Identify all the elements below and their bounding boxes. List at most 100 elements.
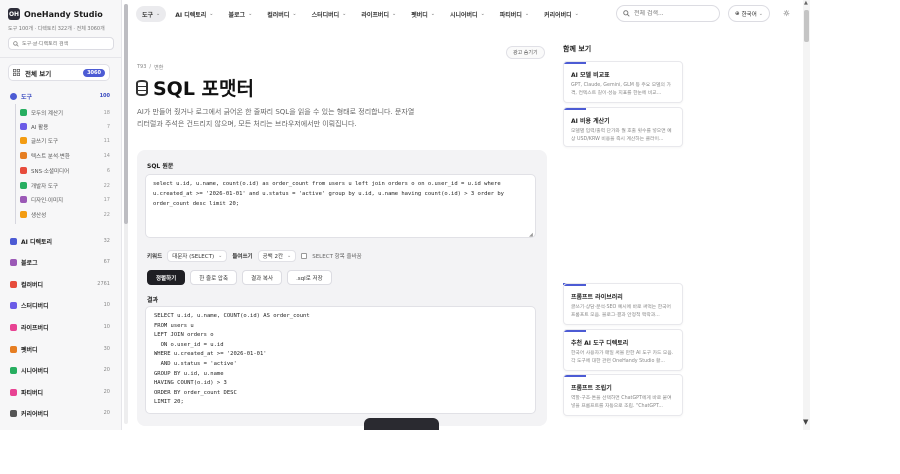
sidebar-subitem-sns[interactable]: SNS·소셜미디어 6 (20, 165, 110, 176)
sidebar-item-lifebuddy[interactable]: 라이프버디 10 (10, 321, 110, 333)
calculator-icon (20, 109, 27, 116)
sidebar-item-petbuddy[interactable]: 펫버디 30 (10, 343, 110, 355)
related-card[interactable]: 프롬프트 조립기 역할·구조·톤을 선택하면 ChatGPT에게 바로 붙여넣을… (563, 374, 683, 416)
scrollbar-thumb[interactable] (804, 10, 809, 42)
nav-blog[interactable]: 블로그 ⌄ (223, 6, 259, 22)
related-card[interactable]: AI 모델 비교표 GPT, Claude, Gemini, GLM 등 주요 … (563, 61, 683, 103)
nav-tools[interactable]: 도구 ⌄ (136, 6, 167, 22)
card-desc: 글쓰기·상담·분석·SEO 예시에 바로 써먹는 한국어 프롬프트 모음. 블로… (571, 305, 671, 318)
subitem-label: SNS·소셜미디어 (31, 168, 70, 175)
options-row: 키워드 대문자 (SELECT) ⌄ 들여쓰기 공백 2칸 ⌄ SELECT 항목 … (147, 250, 362, 262)
globe-icon: ⊕ (735, 10, 740, 17)
sidebar-subitem-design[interactable]: 디자인·이미지 17 (20, 194, 110, 205)
sidebar-scrollbar[interactable] (124, 4, 128, 424)
related-title: 함께 보기 (563, 45, 592, 53)
theme-toggle[interactable]: ☼ (778, 5, 795, 22)
sun-icon: ☼ (782, 9, 791, 18)
action-buttons: 정렬하기 한 줄로 압축 결과 복사 .sql로 저장 (147, 270, 332, 285)
grid-icon (13, 69, 20, 76)
sidebar-subitem-calculator[interactable]: 모두의 계산기 18 (20, 107, 110, 118)
breadcrumb-current[interactable]: 변환 (154, 64, 163, 71)
keyword-select[interactable]: 대문자 (SELECT) ⌄ (167, 250, 228, 262)
related-card[interactable]: 프롬프트 라이브러리 글쓰기·상담·분석·SEO 예시에 바로 써먹는 한국어 … (563, 283, 683, 325)
keyword-label: 키워드 (147, 254, 163, 260)
pencil-icon (20, 137, 27, 144)
title-row: SQL 포맷터 (136, 74, 254, 101)
chevron-down-icon: ⌄ (524, 11, 530, 17)
sidebar-subitem-text[interactable]: 텍스트 분석·변환 14 (20, 150, 110, 161)
sidebar-item-ai-directory[interactable]: AI 디렉토리 32 (10, 235, 110, 247)
sidebar-item-tools[interactable]: 도구 100 (10, 90, 110, 102)
subitem-count: 7 (106, 123, 110, 130)
global-search[interactable] (616, 5, 720, 22)
brand[interactable]: OH OneHandy Studio (8, 8, 103, 20)
nav-seniorbuddy[interactable]: 시니어버디 ⌄ (444, 6, 491, 22)
sidebar-item-seniorbuddy[interactable]: 시니어버디 20 (10, 364, 110, 376)
nav-partybuddy[interactable]: 파티버디 ⌄ (494, 6, 535, 22)
nav-careerbuddy[interactable]: 커리어버디 ⌄ (538, 6, 585, 22)
sidebar-subitem-ai[interactable]: AI 활용 7 (20, 121, 110, 132)
nav-label: 커리어버디 (544, 11, 572, 19)
chevron-down-icon: ⌄ (574, 11, 579, 17)
search-icon (623, 10, 630, 17)
select-newline-checkbox[interactable] (301, 253, 308, 259)
nav-colorbuddy[interactable]: 컬러버디 ⌄ (261, 6, 302, 22)
indent-select[interactable]: 공백 2칸 ⌄ (257, 250, 297, 262)
nav-label: 시니어버디 (449, 11, 478, 19)
sidebar-subitem-dev[interactable]: 개발자 도구 22 (20, 180, 110, 191)
all-view-button[interactable]: 전체 보기 3060 (8, 64, 110, 81)
related-card[interactable]: AI 비용 계산기 모델별 입력/출력 단가와 월 호출 횟수를 넣으면 예상 … (563, 107, 683, 147)
sidebar-subitem-writing[interactable]: 글쓰기 도구 11 (20, 135, 110, 146)
all-view-count: 3060 (83, 68, 105, 77)
sidebar-subitem-productivity[interactable]: 생산성 22 (20, 209, 110, 220)
copy-result-button[interactable]: 결과 복사 (242, 270, 283, 285)
briefcase-icon (10, 409, 17, 417)
scrollbar-thumb[interactable] (124, 4, 128, 224)
sidebar-item-partybuddy[interactable]: 파티버디 20 (10, 386, 110, 398)
nav-label: 컬러버디 (267, 11, 290, 19)
page-scrollbar[interactable]: ▲ ▼ (803, 0, 810, 430)
scroll-up-icon[interactable]: ▲ (804, 0, 808, 6)
format-button[interactable]: 정렬하기 (147, 270, 186, 285)
floating-toolbar[interactable] (364, 418, 439, 430)
code-icon (20, 182, 27, 189)
code-line: LEFT JOIN orders o (154, 332, 214, 339)
result-label: 결과 (147, 297, 159, 304)
result-output[interactable]: SELECT u.id, u.name, COUNT(o.id) AS orde… (145, 306, 536, 414)
sidebar-search-input[interactable] (22, 40, 112, 47)
nav-studybuddy[interactable]: 스터디버디 ⌄ (306, 6, 353, 22)
nav-ai-directory[interactable]: AI 디렉토리 ⌄ (169, 6, 219, 22)
minify-button[interactable]: 한 줄로 압축 (190, 270, 238, 285)
card-title: 프롬프트 라이브러리 (571, 294, 623, 301)
hide-ads-button[interactable]: 광고 숨기기 (506, 46, 545, 59)
related-card[interactable]: 추천 AI 도구 디렉토리 한국어 사용자가 매일 써볼 만한 AI 도구 카드… (563, 329, 683, 371)
language-select[interactable]: ⊕ 한국어 ⌄ (728, 5, 770, 22)
card-desc: 한국어 사용자가 매일 써볼 만한 AI 도구 카드 모음. 각 도구에 대한 … (571, 351, 674, 364)
breadcrumb-home[interactable]: T93 (137, 64, 146, 71)
code-line: ORDER BY order_count DESC (154, 389, 237, 396)
sql-input[interactable] (145, 174, 536, 238)
resize-handle-icon[interactable]: ◢ (529, 232, 533, 238)
category-label: 컬러버디 (21, 281, 44, 289)
nav-petbuddy[interactable]: 펫버디 ⌄ (405, 6, 441, 22)
sidebar-item-careerbuddy[interactable]: 커리어버디 20 (10, 407, 110, 419)
sidebar-item-blog[interactable]: 블로그 67 (10, 256, 110, 268)
text-icon (20, 152, 27, 159)
sidebar-item-colorbuddy[interactable]: 컬러버디 2761 (10, 278, 110, 290)
scroll-down-icon[interactable]: ▼ (803, 418, 808, 426)
save-sql-button[interactable]: .sql로 저장 (287, 270, 332, 285)
category-count: 67 (103, 259, 110, 265)
global-search-input[interactable] (634, 10, 714, 17)
card-title: 추천 AI 도구 디렉토리 (571, 340, 629, 347)
category-label: 파티버디 (21, 389, 44, 397)
subitem-count: 17 (103, 196, 110, 203)
sidebar-item-studybuddy[interactable]: 스터디버디 10 (10, 299, 110, 311)
nav-label: 펫버디 (411, 11, 428, 19)
tool-icon (10, 92, 17, 100)
sidebar-search[interactable] (8, 37, 114, 50)
card-title: 프롬프트 조립기 (571, 385, 612, 392)
nav-label: 도구 (142, 11, 154, 19)
category-count: 10 (103, 302, 110, 308)
nav-lifebuddy[interactable]: 라이프버디 ⌄ (355, 6, 402, 22)
subitem-label: 모두의 계산기 (31, 110, 64, 117)
